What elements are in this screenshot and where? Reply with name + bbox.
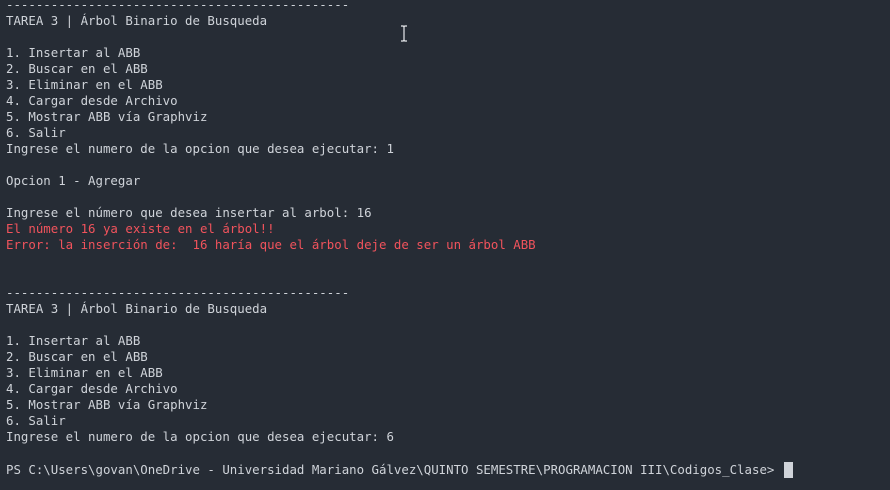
option-prompt: Ingrese el numero de la opcion que desea… [6, 141, 394, 156]
text-ibeam-cursor-icon [401, 25, 407, 42]
text-cursor [783, 462, 793, 478]
menu-item-delete: 3. Eliminar en el ABB [6, 77, 163, 92]
menu-item-insert: 1. Insertar al ABB [6, 333, 141, 348]
menu-item-graphviz: 5. Mostrar ABB vía Graphviz [6, 109, 208, 124]
menu-item-insert: 1. Insertar al ABB [6, 45, 141, 60]
menu-item-load: 4. Cargar desde Archivo [6, 93, 178, 108]
program-title: TAREA 3 | Árbol Binario de Busqueda [6, 13, 268, 28]
option-prompt: Ingrese el numero de la opcion que desea… [6, 429, 394, 444]
error-message-insertion: Error: la inserción de: 16 haría que el … [6, 237, 536, 252]
menu-item-search: 2. Buscar en el ABB [6, 61, 148, 76]
shell-prompt: PS C:\Users\govan\OneDrive - Universidad… [6, 462, 782, 477]
menu-item-load: 4. Cargar desde Archivo [6, 381, 178, 396]
separator-line: ----------------------------------------… [6, 285, 350, 300]
separator-line: ----------------------------------------… [6, 0, 350, 12]
menu-item-delete: 3. Eliminar en el ABB [6, 365, 163, 380]
option-header: Opcion 1 - Agregar [6, 173, 141, 188]
error-message-exists: El número 16 ya existe en el árbol!! [6, 221, 275, 236]
program-title: TAREA 3 | Árbol Binario de Busqueda [6, 301, 268, 316]
insert-prompt: Ingrese el número que desea insertar al … [6, 205, 372, 220]
menu-item-exit: 6. Salir [6, 125, 66, 140]
shell-prompt-row[interactable]: PS C:\Users\govan\OneDrive - Universidad… [6, 462, 793, 478]
terminal-window[interactable]: ----------------------------------------… [0, 0, 890, 490]
menu-item-graphviz: 5. Mostrar ABB vía Graphviz [6, 397, 208, 412]
menu-item-search: 2. Buscar en el ABB [6, 349, 148, 364]
menu-item-exit: 6. Salir [6, 413, 66, 428]
